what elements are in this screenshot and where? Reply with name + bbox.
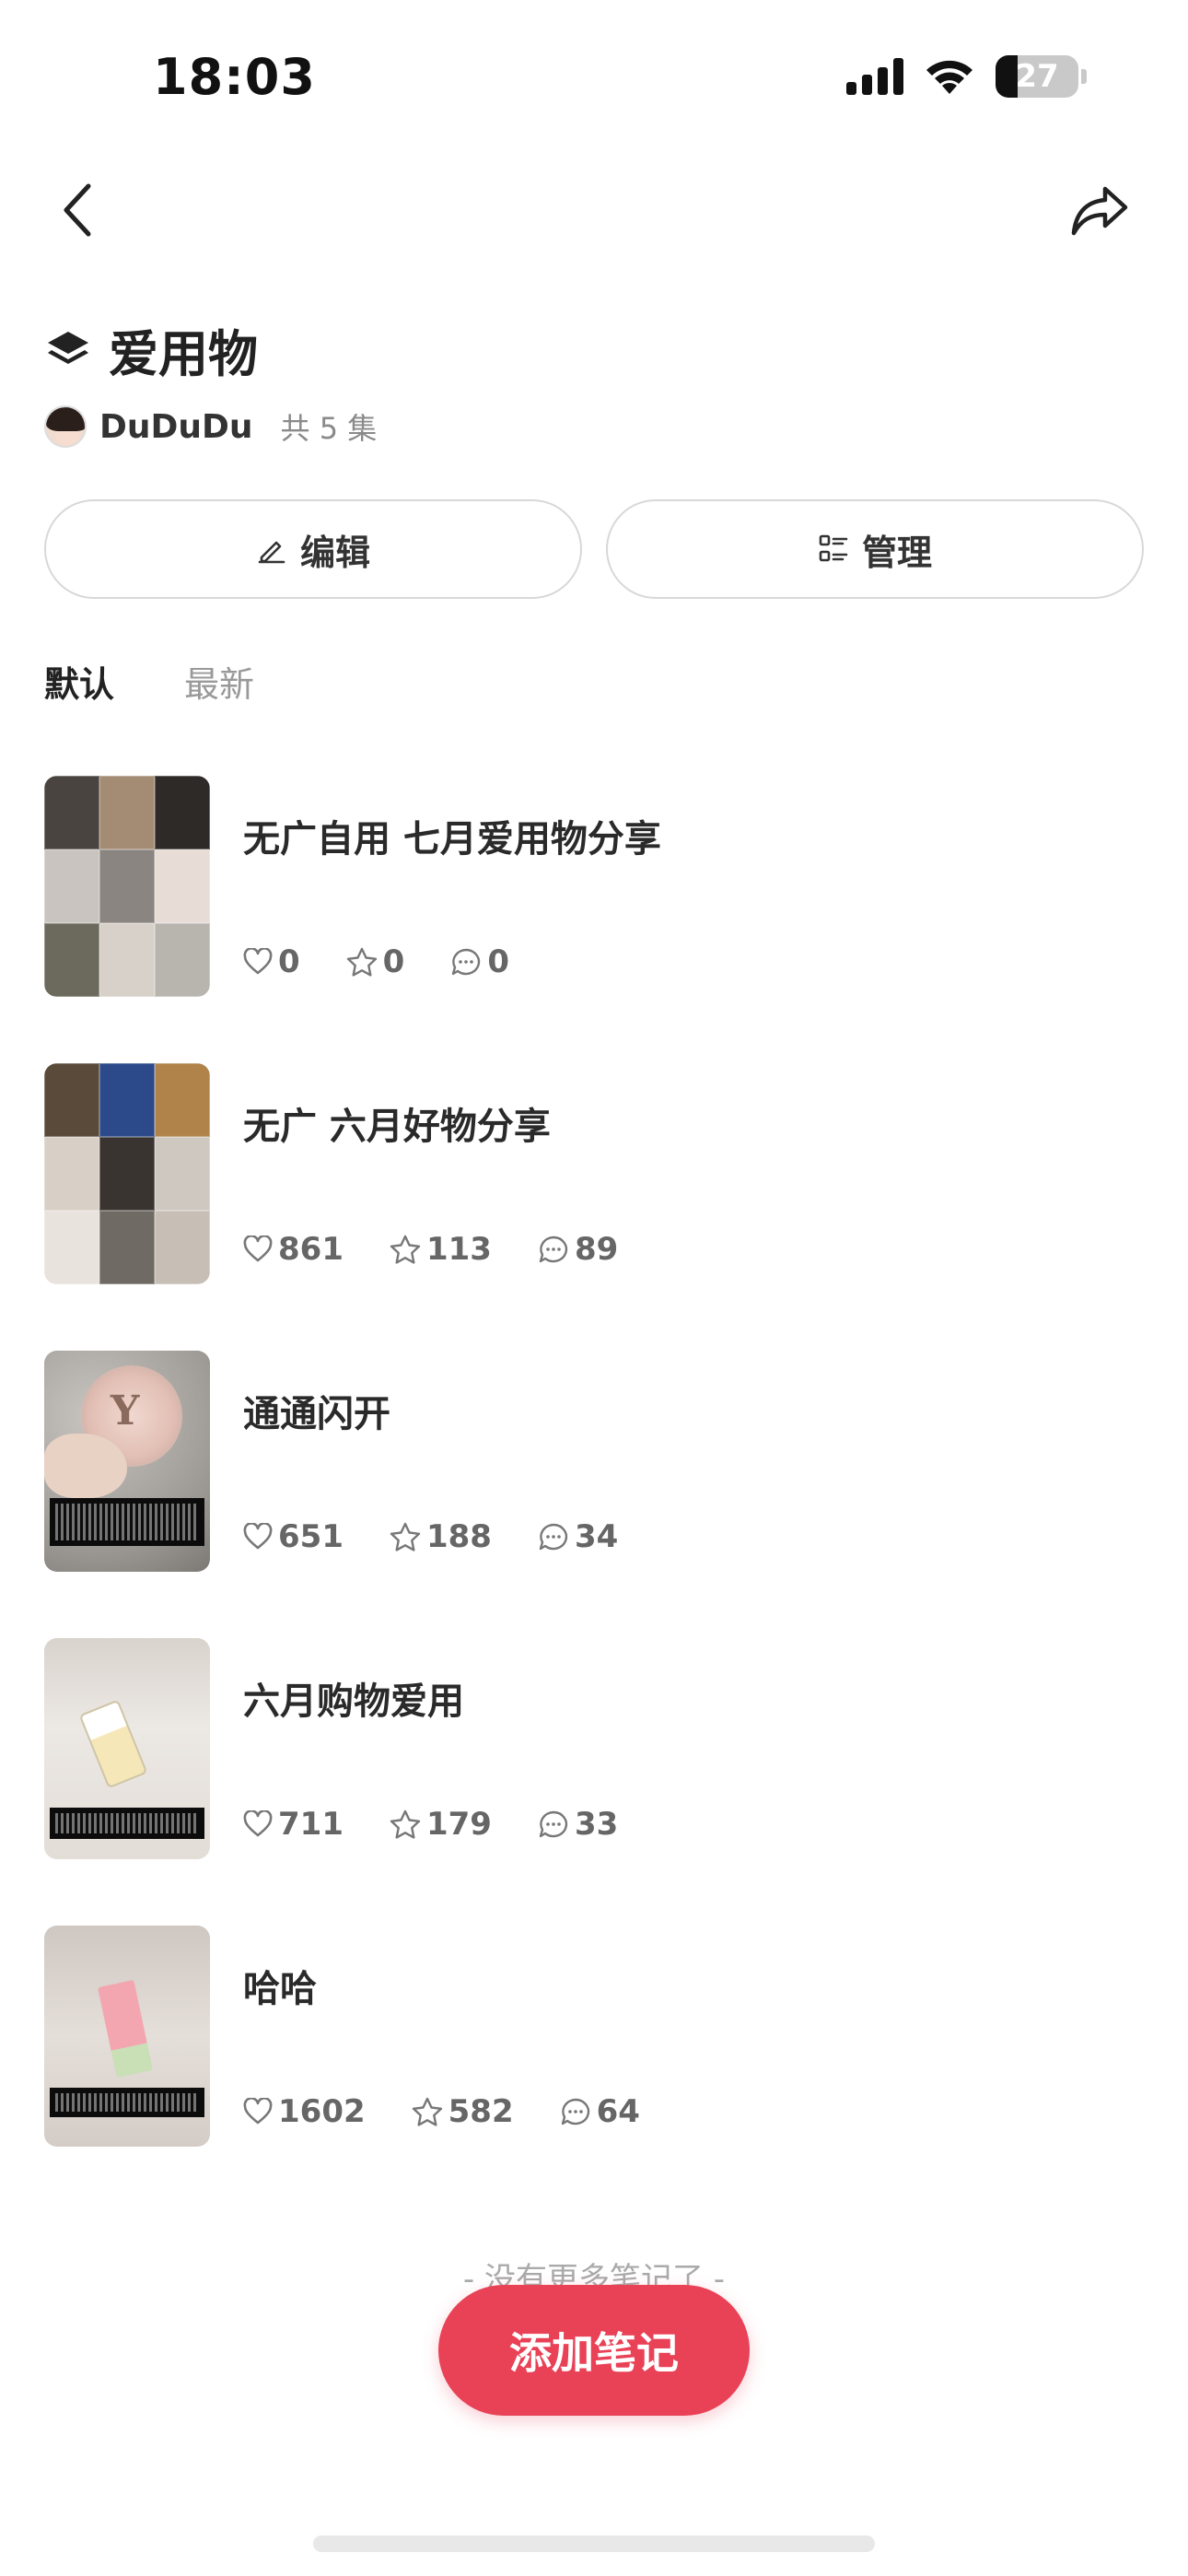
list-item[interactable]: 无广自用 七月爱用物分享 0 0 0	[44, 776, 1144, 1063]
list-item[interactable]: 六月购物爱用 711 179 33	[44, 1638, 1144, 1926]
note-thumbnail	[44, 776, 210, 997]
heart-icon	[243, 1235, 273, 1262]
note-title: 无广 六月好物分享	[243, 1106, 551, 1148]
like-count: 861	[278, 1231, 344, 1268]
wifi-icon	[926, 60, 973, 94]
edit-label: 编辑	[299, 532, 370, 573]
back-button[interactable]	[50, 173, 105, 247]
sort-tabs: 默认 最新	[44, 656, 254, 707]
star-count: 179	[425, 1806, 492, 1843]
star-stat[interactable]: 179	[390, 1806, 492, 1843]
note-thumbnail	[44, 1926, 210, 2147]
add-note-button[interactable]: 添加笔记	[438, 2285, 750, 2416]
cellular-signal-icon	[846, 58, 903, 95]
status-bar: 18:03 27	[0, 0, 1188, 157]
comment-stat[interactable]: 89	[538, 1231, 618, 1268]
star-stat[interactable]: 188	[390, 1518, 492, 1555]
note-stats: 0 0 0	[243, 943, 555, 980]
page-title: 爱用物	[109, 325, 258, 383]
like-count: 1602	[278, 2093, 366, 2130]
tab-latest[interactable]: 最新	[184, 656, 254, 707]
note-stats: 651 188 34	[243, 1518, 664, 1555]
battery-icon: 27	[996, 55, 1078, 98]
star-stat[interactable]: 0	[346, 943, 405, 980]
status-time: 18:03	[153, 48, 316, 106]
list-manage-icon	[819, 534, 848, 562]
comment-count: 33	[574, 1806, 619, 1843]
notes-list: 无广自用 七月爱用物分享 0 0 0 无广 六月好物分享 861 113 89 …	[44, 776, 1144, 2213]
note-stats: 1602 582 64	[243, 2093, 686, 2130]
collection-header: 爱用物	[46, 313, 258, 386]
layers-icon	[48, 331, 88, 364]
comment-stat[interactable]: 34	[538, 1518, 618, 1555]
star-count: 0	[382, 943, 405, 980]
add-note-label: 添加笔记	[509, 2328, 679, 2378]
comment-stat[interactable]: 64	[560, 2093, 640, 2130]
star-stat[interactable]: 113	[390, 1231, 492, 1268]
comment-count: 0	[487, 943, 510, 980]
tab-default[interactable]: 默认	[44, 656, 114, 707]
note-stats: 711 179 33	[243, 1806, 664, 1843]
comment-stat[interactable]: 33	[538, 1806, 618, 1843]
like-count: 711	[278, 1806, 344, 1843]
like-count: 651	[278, 1518, 344, 1555]
comment-icon	[539, 1523, 568, 1551]
list-item[interactable]: 哈哈 1602 582 64	[44, 1926, 1144, 2213]
pencil-icon	[258, 541, 285, 564]
comment-icon	[539, 1235, 568, 1263]
share-arrow-icon	[1071, 186, 1128, 236]
nav-bar	[0, 166, 1188, 258]
note-title: 六月购物爱用	[243, 1680, 464, 1723]
author-row: DuDuDu 共 5 集	[44, 405, 377, 448]
star-count: 582	[448, 2093, 514, 2130]
star-icon	[390, 1809, 421, 1839]
comment-icon	[452, 948, 481, 976]
heart-icon	[243, 2098, 273, 2125]
like-stat[interactable]: 0	[243, 943, 300, 980]
star-icon	[390, 1235, 421, 1264]
note-thumbnail	[44, 1063, 210, 1284]
battery-percent: 27	[1015, 58, 1059, 95]
note-thumbnail	[44, 1638, 210, 1859]
like-stat[interactable]: 711	[243, 1806, 344, 1843]
action-buttons: 编辑 管理	[44, 499, 1144, 599]
comment-icon	[539, 1810, 568, 1838]
share-button[interactable]	[1063, 173, 1136, 247]
heart-icon	[243, 1810, 273, 1837]
note-title: 哈哈	[243, 1968, 317, 2010]
list-item[interactable]: 无广 六月好物分享 861 113 89	[44, 1063, 1144, 1351]
like-stat[interactable]: 1602	[243, 2093, 366, 2130]
star-icon	[412, 2097, 442, 2126]
comment-stat[interactable]: 0	[450, 943, 509, 980]
manage-label: 管理	[861, 532, 932, 573]
star-icon	[346, 947, 377, 977]
note-title: 无广自用 七月爱用物分享	[243, 818, 661, 861]
avatar[interactable]	[44, 405, 87, 448]
chevron-left-icon	[64, 183, 91, 237]
heart-icon	[243, 948, 273, 975]
author-name[interactable]: DuDuDu	[99, 408, 253, 446]
note-thumbnail: Y	[44, 1351, 210, 1572]
comment-icon	[561, 2098, 589, 2125]
comment-count: 64	[596, 2093, 640, 2130]
heart-icon	[243, 1523, 273, 1550]
star-icon	[390, 1522, 421, 1551]
manage-button[interactable]: 管理	[606, 499, 1144, 599]
like-count: 0	[278, 943, 300, 980]
like-stat[interactable]: 861	[243, 1231, 344, 1268]
edit-button[interactable]: 编辑	[44, 499, 582, 599]
comment-count: 34	[574, 1518, 619, 1555]
episode-count: 共 5 集	[280, 411, 378, 446]
star-stat[interactable]: 582	[412, 2093, 514, 2130]
list-item[interactable]: Y 通通闪开 651 188 34	[44, 1351, 1144, 1638]
comment-count: 89	[574, 1231, 619, 1268]
home-indicator[interactable]	[313, 2535, 875, 2552]
status-icons: 27	[846, 55, 1087, 98]
star-count: 188	[425, 1518, 492, 1555]
note-stats: 861 113 89	[243, 1231, 664, 1268]
like-stat[interactable]: 651	[243, 1518, 344, 1555]
star-count: 113	[425, 1231, 492, 1268]
note-title: 通通闪开	[243, 1393, 390, 1435]
